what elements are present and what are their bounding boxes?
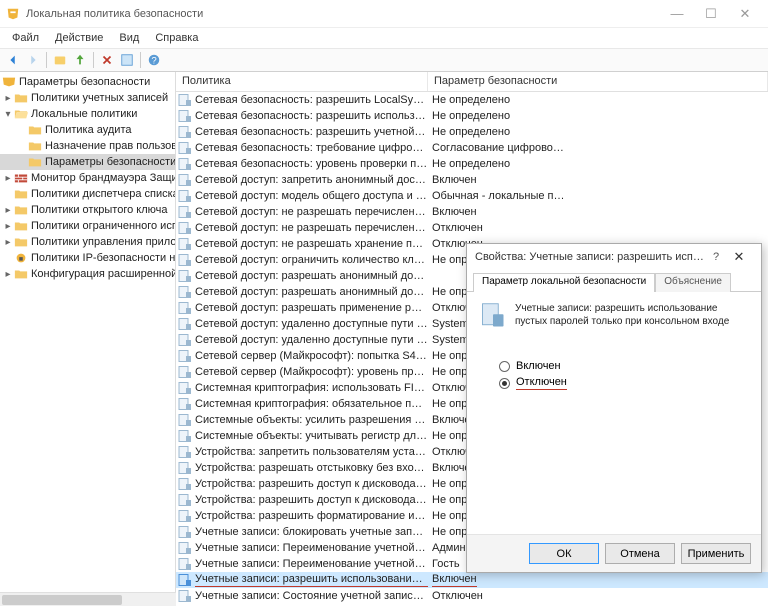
list-header: Политика Параметр безопасности — [176, 72, 768, 92]
svg-text:?: ? — [151, 56, 156, 67]
radio-button-icon — [499, 361, 510, 372]
forward-button[interactable] — [24, 51, 42, 69]
shield-icon — [2, 76, 16, 88]
toolbar: ? — [0, 48, 768, 72]
dialog-title: Свойства: Учетные записи: разрешить испо… — [475, 251, 707, 263]
close-button[interactable]: ✕ — [728, 3, 762, 25]
tree-item[interactable]: ▾Локальные политики — [0, 106, 175, 122]
ok-button[interactable]: ОК — [529, 543, 599, 564]
minimize-button[interactable]: — — [660, 3, 694, 25]
policy-row[interactable]: Учетные записи: разрешить использование … — [176, 572, 768, 588]
export-button[interactable] — [71, 51, 89, 69]
policy-row[interactable]: Сетевой доступ: не разрешать перечислени… — [176, 220, 768, 236]
tree-item[interactable]: Политики диспетчера списка сетей — [0, 186, 175, 202]
radio-disabled[interactable]: Отключен — [499, 376, 749, 390]
dialog-description: Учетные записи: разрешить использование … — [515, 302, 749, 330]
tree-panel: Параметры безопасности ▸Политики учетных… — [0, 72, 176, 604]
tree-item[interactable]: ▸Политики открытого ключа — [0, 202, 175, 218]
menubar: Файл Действие Вид Справка — [0, 28, 768, 48]
tree-item[interactable]: Политика аудита — [0, 122, 175, 138]
menu-action[interactable]: Действие — [47, 30, 111, 46]
back-button[interactable] — [4, 51, 22, 69]
tree-item[interactable]: ▸Конфигурация расширенной полити — [0, 266, 175, 282]
tree-item[interactable]: Политики IP-безопасности на "Локал — [0, 250, 175, 266]
tree-scrollbar[interactable] — [0, 592, 176, 604]
menu-view[interactable]: Вид — [111, 30, 147, 46]
radio-enabled[interactable]: Включен — [499, 360, 749, 372]
policy-row[interactable]: Сетевой доступ: запретить анонимный дост… — [176, 172, 768, 188]
dialog-titlebar: Свойства: Учетные записи: разрешить испо… — [467, 244, 761, 270]
col-value[interactable]: Параметр безопасности — [428, 72, 768, 91]
apply-button[interactable]: Применить — [681, 543, 751, 564]
policy-row[interactable]: Сетевая безопасность: разрешить учетной … — [176, 124, 768, 140]
window-title: Локальная политика безопасности — [26, 8, 203, 20]
tree-item[interactable]: ▸Монитор брандмауэра Защитника W — [0, 170, 175, 186]
tree-root[interactable]: Параметры безопасности — [0, 74, 175, 90]
tree-item[interactable]: ▸Политики учетных записей — [0, 90, 175, 106]
policy-row[interactable]: Сетевая безопасность: уровень проверки п… — [176, 156, 768, 172]
policy-row[interactable]: Учетные записи: Состояние учетной записи… — [176, 588, 768, 604]
window-titlebar: Локальная политика безопасности — ☐ ✕ — [0, 0, 768, 28]
dialog-help-button[interactable]: ? — [707, 251, 725, 263]
tab-explanation[interactable]: Объяснение — [655, 273, 731, 292]
tree-item[interactable]: ▸Политики управления приложениями — [0, 234, 175, 250]
policy-icon — [479, 302, 507, 330]
maximize-button[interactable]: ☐ — [694, 3, 728, 25]
radio-button-icon — [499, 378, 510, 389]
app-icon — [6, 7, 20, 21]
menu-file[interactable]: Файл — [4, 30, 47, 46]
tree-item[interactable]: ▸Политики ограниченного использова — [0, 218, 175, 234]
policy-row[interactable]: Сетевой доступ: не разрешать перечислени… — [176, 204, 768, 220]
tab-local-param[interactable]: Параметр локальной безопасности — [473, 273, 655, 292]
policy-row[interactable]: Сетевая безопасность: разрешить LocalSys… — [176, 92, 768, 108]
tree-item[interactable]: Параметры безопасности — [0, 154, 175, 170]
policy-row[interactable]: Сетевая безопасность: разрешить использо… — [176, 108, 768, 124]
help-button[interactable]: ? — [145, 51, 163, 69]
dialog-close-button[interactable]: ✕ — [725, 249, 753, 265]
tree-item[interactable]: Назначение прав пользователя — [0, 138, 175, 154]
up-button[interactable] — [51, 51, 69, 69]
properties-dialog: Свойства: Учетные записи: разрешить испо… — [466, 243, 762, 573]
delete-button[interactable] — [98, 51, 116, 69]
menu-help[interactable]: Справка — [147, 30, 206, 46]
properties-button[interactable] — [118, 51, 136, 69]
col-policy[interactable]: Политика — [176, 72, 428, 91]
policy-row[interactable]: Сетевая безопасность: требование цифрово… — [176, 140, 768, 156]
cancel-button[interactable]: Отмена — [605, 543, 675, 564]
dialog-tabs: Параметр локальной безопасности Объяснен… — [467, 272, 761, 292]
policy-row[interactable]: Сетевой доступ: модель общего доступа и … — [176, 188, 768, 204]
